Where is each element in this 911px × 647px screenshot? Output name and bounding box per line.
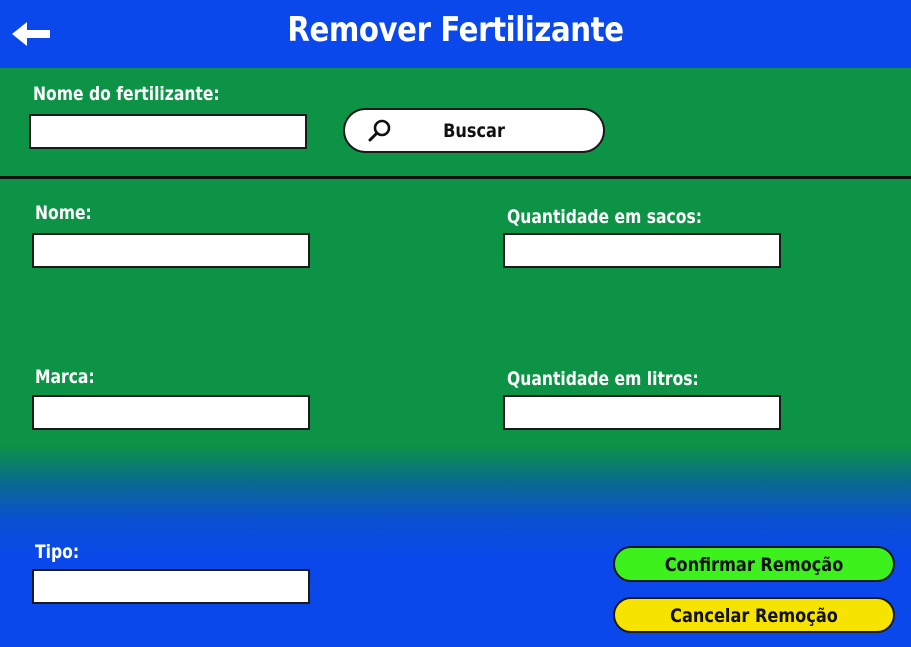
confirm-removal-button[interactable]: Confirmar Remoção bbox=[613, 546, 895, 582]
arrow-left-icon[interactable] bbox=[10, 16, 54, 52]
cancel-removal-button[interactable]: Cancelar Remoção bbox=[613, 597, 895, 633]
search-button-label: Buscar bbox=[443, 120, 505, 142]
page-title: Remover Fertilizante bbox=[287, 10, 624, 50]
header-bar: Remover Fertilizante bbox=[0, 0, 911, 68]
marca-label: Marca: bbox=[35, 366, 95, 388]
confirm-removal-label: Confirmar Remoção bbox=[664, 554, 844, 576]
tipo-input[interactable] bbox=[32, 569, 310, 604]
search-button[interactable]: Buscar bbox=[343, 108, 605, 153]
quantidade-sacos-input[interactable] bbox=[503, 233, 781, 268]
fertilizer-name-input[interactable] bbox=[29, 114, 307, 149]
fertilizer-name-label: Nome do fertilizante: bbox=[33, 83, 220, 105]
section-divider bbox=[0, 176, 911, 179]
nome-label: Nome: bbox=[35, 202, 92, 224]
quantidade-sacos-label: Quantidade em sacos: bbox=[507, 206, 702, 228]
tipo-label: Tipo: bbox=[35, 541, 80, 563]
cancel-removal-label: Cancelar Remoção bbox=[670, 605, 838, 627]
quantidade-litros-label: Quantidade em litros: bbox=[507, 368, 699, 390]
marca-input[interactable] bbox=[32, 395, 310, 430]
nome-input[interactable] bbox=[32, 233, 310, 268]
quantidade-litros-input[interactable] bbox=[503, 395, 781, 430]
